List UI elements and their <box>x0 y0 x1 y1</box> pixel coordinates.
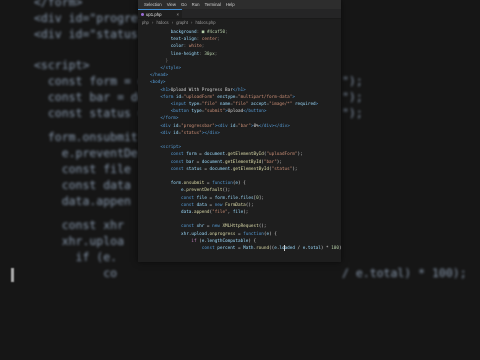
code-line: <input type="file" name="file" accept="i… <box>150 102 319 107</box>
breadcrumb-separator: › <box>171 20 174 25</box>
code-line: const status = document.getElementById("… <box>150 166 298 172</box>
code-line: line-height: 30px; <box>150 51 218 57</box>
bg-code-line: "); <box>342 106 363 120</box>
code-line: text-align: center; <box>150 37 220 43</box>
bg-text-cursor <box>11 268 14 282</box>
bg-code-line: const xhr <box>34 218 125 232</box>
code-line: color: white; <box>150 44 205 50</box>
code-line: xhr.upload.onprogress = function(e) { <box>150 231 277 237</box>
code-line: <div id="status"></div> <box>150 130 220 136</box>
code-line: </head> <box>150 73 169 79</box>
code-line: const form = document.getElementById("up… <box>150 152 303 158</box>
bg-code-line: "); <box>342 90 363 104</box>
bg-code-line: form.onsubmit <box>34 130 145 144</box>
code-editor[interactable]: background: ■ #4caf50; text-align: cente… <box>138 28 341 262</box>
tab-bar: up1.php × <box>138 9 341 19</box>
breadcrumb-item[interactable]: htdocs <box>157 20 169 25</box>
breadcrumb-item[interactable]: grapht <box>176 20 188 25</box>
code-line: </form> <box>150 116 179 122</box>
code-line: const data = new FormData(); <box>150 202 254 208</box>
bg-code-line: "); <box>342 74 363 88</box>
code-line: const bar = document.getElementById("bar… <box>150 159 282 165</box>
bg-code-line: co <box>34 266 118 280</box>
close-icon[interactable]: × <box>176 12 179 17</box>
breadcrumb-separator: › <box>151 20 154 25</box>
bg-code-line: const file <box>34 162 131 176</box>
code-line: <h1>Upload With Progress Bar</h1> <box>150 87 246 93</box>
code-line: <div id="progressbar"><div id="bar">0%</… <box>150 123 290 129</box>
code-line: } <box>150 58 169 64</box>
menu-bar: Selection View Go Run Terminal Help <box>138 0 341 9</box>
bg-code-line: const bar = do <box>34 90 145 104</box>
bg-code-line: xhr.uploa <box>34 234 125 248</box>
bg-code-line: </form> <box>34 0 83 9</box>
code-line: background: ■ #4caf50; <box>150 30 228 35</box>
menu-item-view[interactable]: View <box>167 2 176 7</box>
code-line: <script> <box>150 145 182 151</box>
code-line: const percent = Math.round((e.loaded / e… <box>150 246 341 251</box>
bg-code-line: <script> <box>34 58 90 72</box>
code-line: if (e.lengthComputable) { <box>150 238 257 244</box>
code-line: e.preventDefault(); <box>150 188 231 194</box>
code-line: <form id="uploadForm" enctype="multipart… <box>150 94 295 100</box>
code-line: form.onsubmit = function(e) { <box>150 181 246 187</box>
menu-item-selection[interactable]: Selection <box>144 2 162 7</box>
menu-item-go[interactable]: Go <box>181 2 187 7</box>
bg-code-line: e.preventDe <box>34 146 138 160</box>
code-line: <body> <box>150 80 166 86</box>
menu-item-terminal[interactable]: Terminal <box>205 2 221 7</box>
tab-label: up1.php <box>146 11 162 17</box>
menu-item-run[interactable]: Run <box>192 2 200 7</box>
bg-code-line: if (e. <box>34 250 118 264</box>
breadcrumb: php › htdocs › grapht › htdocs.php <box>142 20 218 27</box>
menu-item-help[interactable]: Help <box>226 2 235 7</box>
text-cursor <box>284 245 285 251</box>
code-line: const xhr = new XMLHttpRequest(); <box>150 224 267 230</box>
bg-code-line: data.appen <box>34 194 131 208</box>
code-line: data.append("file", file); <box>150 210 249 215</box>
bg-code-line: const data <box>34 178 131 192</box>
code-line: </style> <box>150 66 182 71</box>
php-file-icon <box>141 12 144 16</box>
tab-up1-php[interactable]: up1.php × <box>138 9 182 18</box>
editor-window: Selection View Go Run Terminal Help up1.… <box>138 0 341 262</box>
bg-code-line: const status = <box>34 106 152 120</box>
code-line: <button type="submit">Upload</button> <box>150 109 267 115</box>
breadcrumb-item[interactable]: php <box>142 20 149 25</box>
bg-code-line: / e.total) * 100); <box>342 266 467 280</box>
bg-code-line: const form = d <box>34 74 145 88</box>
breadcrumb-separator: › <box>190 20 193 25</box>
code-line: const file = form.file.files[0]; <box>150 195 264 201</box>
breadcrumb-item[interactable]: htdocs.php <box>195 20 215 25</box>
